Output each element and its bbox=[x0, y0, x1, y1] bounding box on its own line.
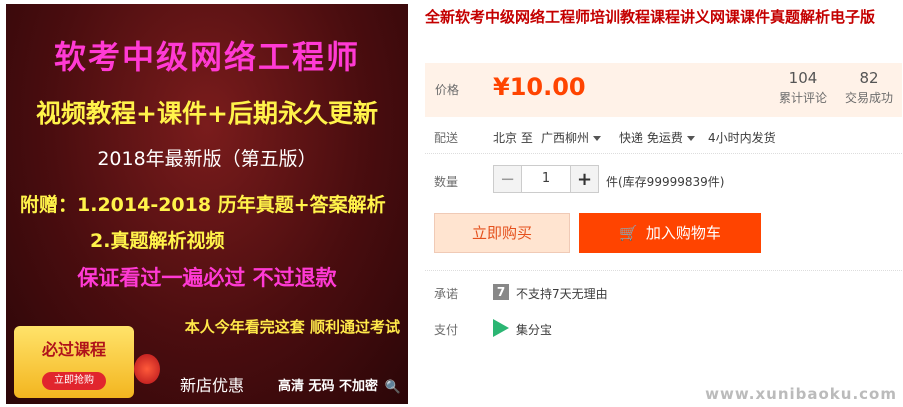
price-label: 价格 bbox=[435, 83, 460, 97]
jifenbao-icon bbox=[493, 319, 509, 337]
banner-new-store: 新店优惠 bbox=[180, 376, 245, 395]
shipping-method-select[interactable]: 快递 免运费 bbox=[619, 129, 695, 146]
price-value: ¥10.00 bbox=[493, 73, 586, 101]
product-image[interactable]: 软考中级网络工程师 视频教程+课件+后期永久更新 2018年最新版（第五版） 附… bbox=[6, 4, 408, 404]
shipping-to-select[interactable]: 广西柳州 bbox=[541, 129, 602, 146]
price-panel: 价格 ¥10.00 104 累计评论 82 交易成功 bbox=[425, 63, 902, 117]
watermark: www.xunibaoku.com bbox=[705, 385, 897, 403]
payment-text: 集分宝 bbox=[516, 323, 553, 337]
sales-stat: 82 交易成功 bbox=[839, 69, 899, 106]
reviews-stat[interactable]: 104 累计评论 bbox=[773, 69, 833, 106]
shipping-method: 快递 免运费 bbox=[619, 131, 683, 145]
shipping-from: 北京 至 bbox=[493, 131, 533, 145]
reviews-count: 104 bbox=[788, 69, 818, 87]
add-to-cart-button[interactable]: 🛒 加入购物车 bbox=[579, 213, 761, 253]
lantern-icon bbox=[134, 354, 160, 384]
product-title: 全新软考中级网络工程师培训教程课程讲义网课课件真题解析电子版 bbox=[425, 8, 876, 26]
banner-pass-line: 本人今年看完这套 顺利通过考试 bbox=[184, 318, 400, 336]
banner-version: 2018年最新版（第五版） bbox=[97, 148, 317, 170]
reviews-label: 累计评论 bbox=[778, 91, 827, 105]
divider bbox=[425, 153, 902, 154]
shipping-label: 配送 bbox=[434, 131, 459, 145]
stock-text: 件(库存99999839件) bbox=[606, 175, 725, 189]
sales-count: 82 bbox=[859, 69, 879, 87]
banner-title: 软考中级网络工程师 bbox=[53, 38, 360, 76]
sales-label: 交易成功 bbox=[844, 91, 893, 105]
shipping-to: 广西柳州 bbox=[541, 131, 590, 145]
chevron-down-icon bbox=[593, 136, 602, 141]
quantity-stepper: − 1 + bbox=[493, 165, 599, 193]
divider bbox=[425, 270, 902, 271]
banner-badge-button: 立即抢购 bbox=[42, 372, 106, 390]
zoom-icon[interactable]: 🔍 bbox=[384, 380, 402, 398]
buy-now-button[interactable]: 立即购买 bbox=[434, 213, 570, 253]
banner-gift-line2: 2.真题解析视频 bbox=[90, 230, 225, 252]
quantity-label: 数量 bbox=[434, 175, 459, 189]
quantity-decrease-button[interactable]: − bbox=[494, 166, 522, 192]
quantity-increase-button[interactable]: + bbox=[570, 166, 598, 192]
seven-day-icon: 7 bbox=[493, 284, 509, 300]
banner-hd-line: 高清 无码 不加密 bbox=[278, 379, 379, 394]
quantity-input[interactable]: 1 bbox=[522, 166, 570, 192]
promise-label: 承诺 bbox=[434, 287, 459, 301]
banner-badge: 必过课程 立即抢购 bbox=[14, 326, 134, 398]
shipping-time: 4小时内发货 bbox=[708, 131, 776, 145]
banner-gift-line1: 附赠：1.2014-2018 历年真题+答案解析 bbox=[20, 194, 386, 216]
chevron-down-icon bbox=[686, 136, 695, 141]
banner-badge-title: 必过课程 bbox=[41, 340, 106, 359]
add-to-cart-label: 加入购物车 bbox=[645, 224, 721, 242]
cart-icon: 🛒 bbox=[619, 224, 638, 242]
banner-promise: 保证看过一遍必过 不过退款 bbox=[77, 266, 337, 290]
payment-label: 支付 bbox=[434, 323, 459, 337]
promise-text[interactable]: 不支持7天无理由 bbox=[516, 285, 608, 302]
banner-subtitle: 视频教程+课件+后期永久更新 bbox=[36, 99, 378, 128]
